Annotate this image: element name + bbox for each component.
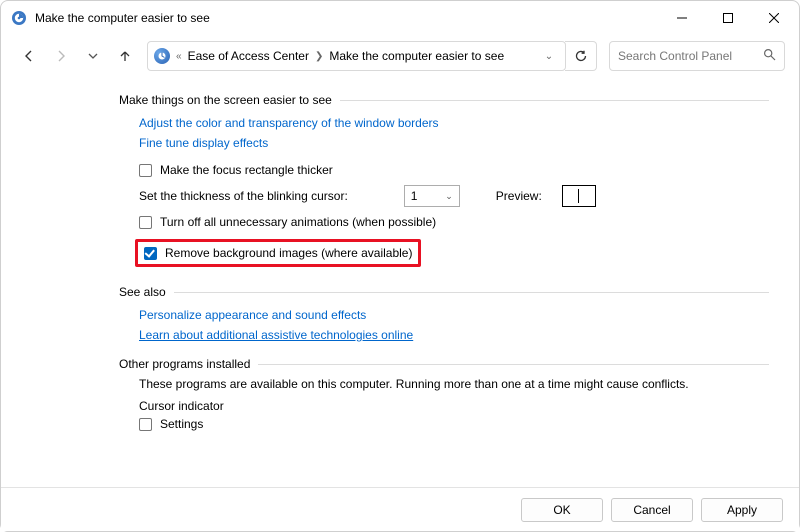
control-panel-icon bbox=[154, 48, 170, 64]
window-root: Make the computer easier to see « bbox=[0, 0, 800, 532]
thickness-value: 1 bbox=[411, 189, 418, 203]
link-fine-tune-display[interactable]: Fine tune display effects bbox=[139, 136, 268, 150]
address-bar[interactable]: « Ease of Access Center ❯ Make the compu… bbox=[147, 41, 566, 71]
link-adjust-colors[interactable]: Adjust the color and transparency of the… bbox=[139, 116, 439, 130]
thickness-select[interactable]: 1 ⌄ bbox=[404, 185, 460, 207]
maximize-button[interactable] bbox=[705, 3, 751, 33]
highlighted-option: Remove background images (where availabl… bbox=[135, 239, 421, 267]
section-other-programs-label: Other programs installed bbox=[119, 357, 250, 371]
close-button[interactable] bbox=[751, 3, 797, 33]
section-see-also: See also bbox=[119, 285, 769, 299]
refresh-button[interactable] bbox=[565, 41, 597, 71]
back-button[interactable] bbox=[15, 42, 43, 70]
navbar: « Ease of Access Center ❯ Make the compu… bbox=[1, 35, 799, 77]
chevron-down-icon: ⌄ bbox=[445, 191, 453, 202]
section-other-programs: Other programs installed bbox=[119, 357, 769, 371]
checkbox-settings-label: Settings bbox=[160, 417, 203, 431]
checkbox-focus-rectangle[interactable] bbox=[139, 164, 152, 177]
address-dropdown[interactable]: ⌄ bbox=[539, 51, 559, 62]
window-title: Make the computer easier to see bbox=[35, 11, 659, 25]
checkbox-turn-off-animations-label: Turn off all unnecessary animations (whe… bbox=[160, 215, 436, 229]
search-input[interactable]: Search Control Panel bbox=[609, 41, 785, 71]
checkbox-remove-bg-images-label: Remove background images (where availabl… bbox=[165, 246, 412, 260]
content-area: Make things on the screen easier to see … bbox=[1, 77, 799, 487]
checkbox-turn-off-animations[interactable] bbox=[139, 216, 152, 229]
thickness-label: Set the thickness of the blinking cursor… bbox=[139, 189, 348, 203]
breadcrumb-item-make-easier[interactable]: Make the computer easier to see bbox=[329, 49, 504, 63]
preview-label: Preview: bbox=[496, 189, 542, 203]
search-icon bbox=[763, 48, 776, 64]
other-programs-desc: These programs are available on this com… bbox=[139, 377, 769, 391]
section-make-easier: Make things on the screen easier to see bbox=[119, 93, 769, 107]
checkbox-focus-rectangle-label: Make the focus rectangle thicker bbox=[160, 163, 333, 177]
footer: OK Cancel Apply bbox=[1, 487, 799, 531]
cursor-preview bbox=[562, 185, 596, 207]
section-see-also-label: See also bbox=[119, 285, 166, 299]
search-placeholder: Search Control Panel bbox=[618, 49, 763, 63]
ok-button[interactable]: OK bbox=[521, 498, 603, 522]
breadcrumb-root-chevron[interactable]: « bbox=[176, 51, 182, 62]
titlebar: Make the computer easier to see bbox=[1, 1, 799, 35]
cancel-button[interactable]: Cancel bbox=[611, 498, 693, 522]
recent-locations-button[interactable] bbox=[79, 42, 107, 70]
link-personalize[interactable]: Personalize appearance and sound effects bbox=[139, 308, 366, 322]
breadcrumb-item-ease-of-access[interactable]: Ease of Access Center bbox=[188, 49, 309, 63]
apply-button[interactable]: Apply bbox=[701, 498, 783, 522]
section-make-easier-label: Make things on the screen easier to see bbox=[119, 93, 332, 107]
forward-button[interactable] bbox=[47, 42, 75, 70]
app-icon bbox=[11, 10, 27, 26]
checkbox-settings[interactable] bbox=[139, 418, 152, 431]
cursor-indicator-label: Cursor indicator bbox=[139, 399, 769, 413]
link-learn-assistive[interactable]: Learn about additional assistive technol… bbox=[139, 328, 413, 342]
checkbox-remove-bg-images[interactable] bbox=[144, 247, 157, 260]
up-button[interactable] bbox=[111, 42, 139, 70]
chevron-right-icon: ❯ bbox=[315, 51, 323, 62]
minimize-button[interactable] bbox=[659, 3, 705, 33]
